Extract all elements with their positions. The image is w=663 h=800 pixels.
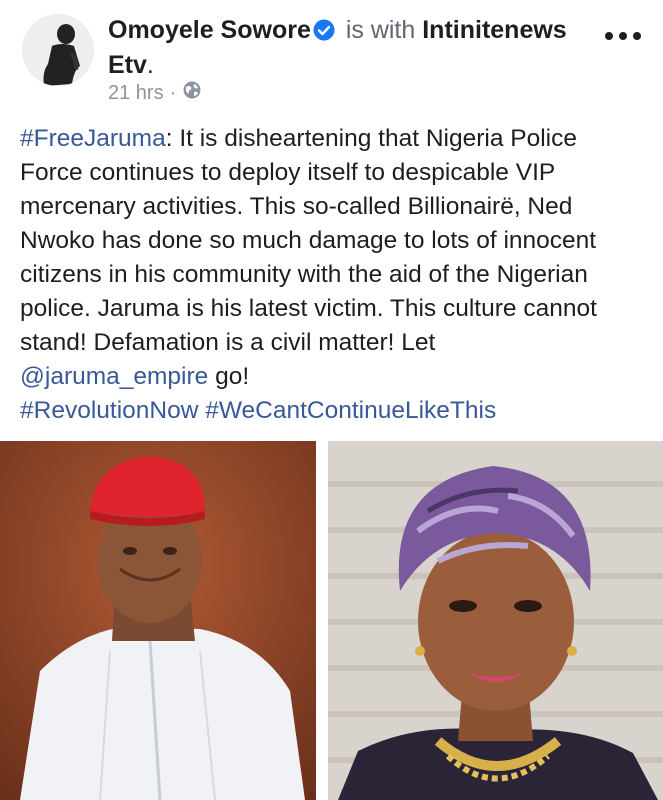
post-line-2: Force continues to deploy itself to desp… bbox=[20, 159, 556, 186]
more-options-icon[interactable] bbox=[605, 28, 641, 44]
meta-separator: · bbox=[169, 81, 177, 104]
author-line: Omoyele Sowore is with Intinitenews Etv. bbox=[108, 14, 578, 81]
tagged-page-period: . bbox=[146, 51, 154, 79]
hashtag-revolutionnow[interactable]: #RevolutionNow bbox=[20, 397, 198, 424]
photo-divider bbox=[316, 441, 328, 800]
post-line-9: #RevolutionNow #WeCantContinueLikeThis bbox=[20, 394, 650, 428]
post-timestamp[interactable]: 21 hrs bbox=[108, 82, 164, 105]
tagged-page-name-continued[interactable]: Etv bbox=[108, 51, 147, 79]
post-photos bbox=[0, 441, 663, 800]
post-header: Omoyele Sowore is with Intinitenews Etv.… bbox=[0, 0, 663, 115]
post-meta: 21 hrs · bbox=[108, 80, 202, 106]
mention-jaruma-empire[interactable]: @jaruma_empire bbox=[20, 363, 208, 390]
post-line-5: citizens in his community with the aid o… bbox=[20, 261, 588, 288]
hashtag-wecantcontinuelikethis[interactable]: #WeCantContinueLikeThis bbox=[205, 397, 496, 424]
post-text-segment: go! bbox=[208, 363, 250, 390]
more-dot bbox=[605, 32, 613, 40]
post-line-4: Nwoko has done so much damage to lots of… bbox=[20, 227, 597, 254]
avatar-silhouette-icon bbox=[22, 14, 94, 86]
woman-in-purple-headwrap-photo bbox=[338, 466, 658, 800]
photo-woman-purple-headwrap[interactable] bbox=[328, 441, 663, 800]
tagged-page-name[interactable]: Intinitenews bbox=[422, 16, 566, 44]
man-in-red-cap-photo bbox=[0, 441, 316, 800]
post-line-6: police. Jaruma is his latest victim. Thi… bbox=[20, 295, 597, 322]
with-text: is with bbox=[345, 16, 416, 44]
post-line-1: #FreeJaruma: It is disheartening that Ni… bbox=[20, 122, 650, 156]
hashtag-freejaruma[interactable]: #FreeJaruma bbox=[20, 125, 166, 152]
post-line-8: @jaruma_empire go! bbox=[20, 360, 650, 394]
facebook-post: Omoyele Sowore is with Intinitenews Etv.… bbox=[0, 0, 663, 800]
more-dot bbox=[633, 32, 641, 40]
post-text-segment: : It is disheartening that Nigeria Polic… bbox=[165, 125, 577, 152]
verified-badge-icon bbox=[313, 17, 335, 49]
more-dot bbox=[619, 32, 627, 40]
globe-icon bbox=[182, 80, 202, 106]
author-name[interactable]: Omoyele Sowore bbox=[108, 16, 311, 44]
photo-man-red-cap[interactable] bbox=[0, 441, 316, 800]
post-line-3: mercenary activities. This so-called Bil… bbox=[20, 193, 573, 220]
post-body-text: #FreeJaruma: It is disheartening that Ni… bbox=[20, 122, 650, 428]
author-avatar[interactable] bbox=[22, 14, 94, 86]
post-line-7: stand! Defamation is a civil matter! Let bbox=[20, 329, 436, 356]
